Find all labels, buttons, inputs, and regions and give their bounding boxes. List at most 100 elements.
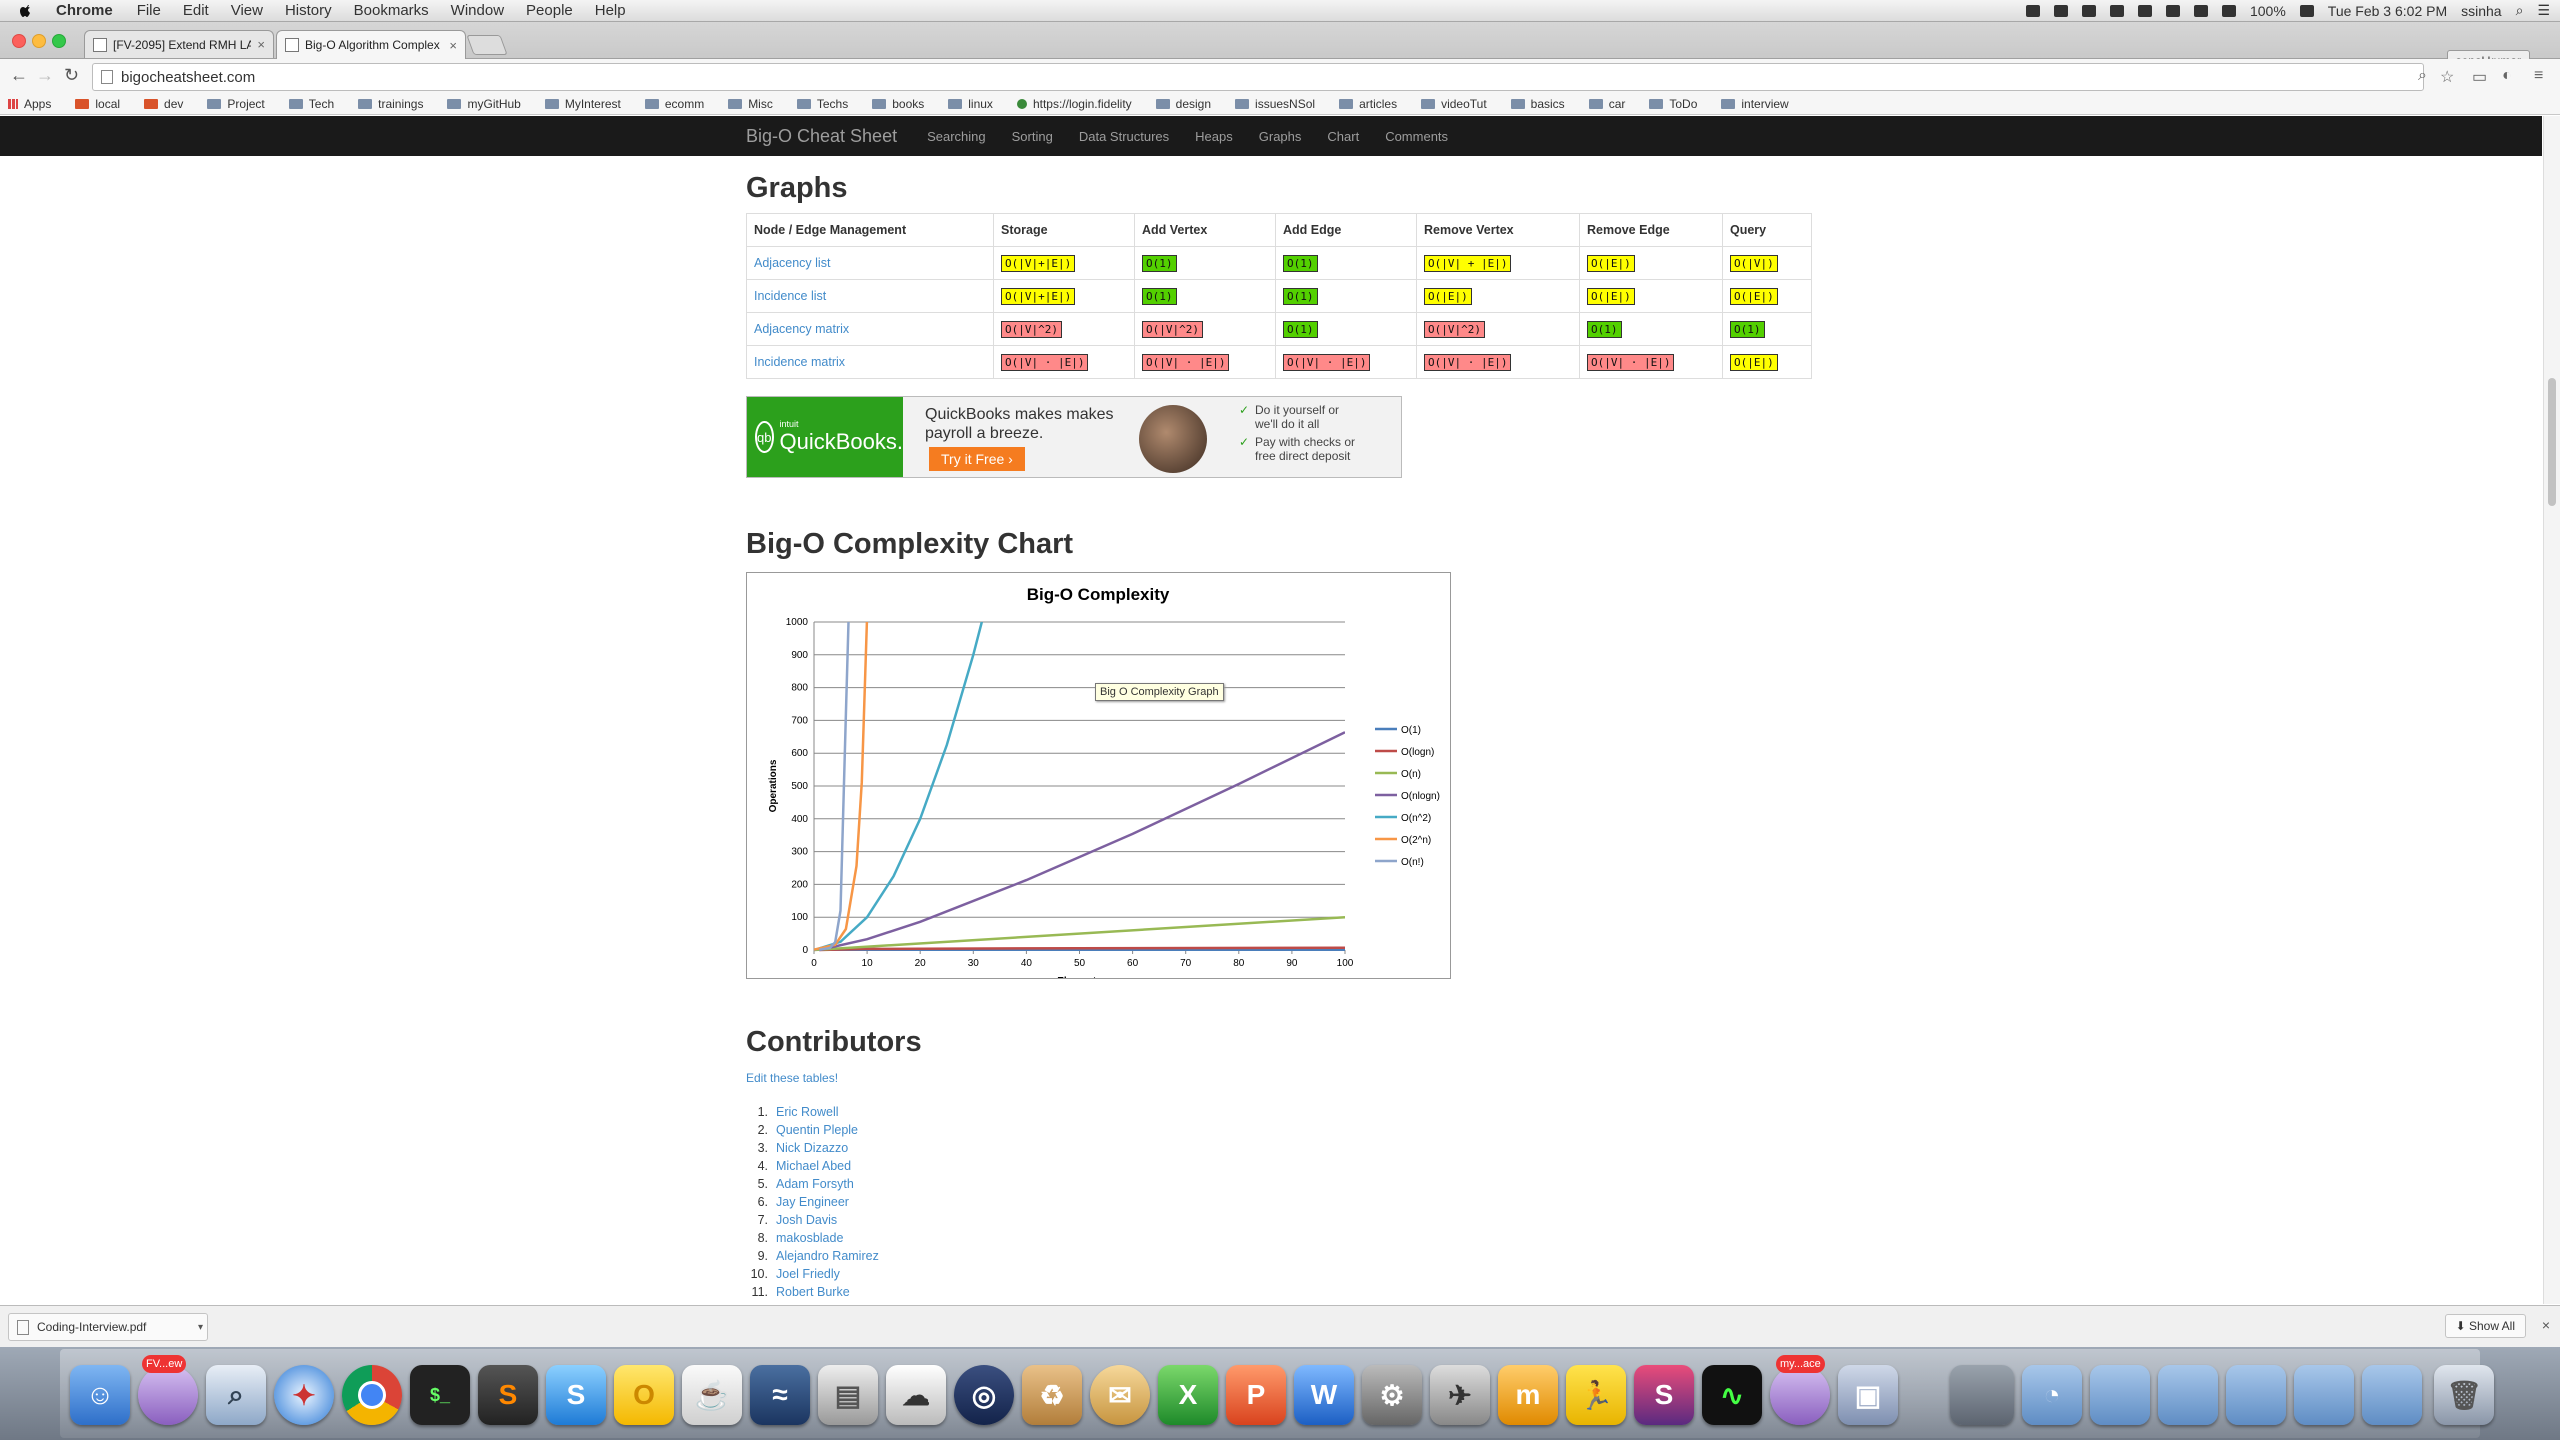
bookmark-todo[interactable]: ToDo <box>1649 97 1697 111</box>
new-tab-button[interactable] <box>466 35 508 55</box>
system-preferences-icon[interactable]: ⚙ <box>1362 1365 1422 1425</box>
bookmark-issuesnsol[interactable]: issuesNSol <box>1235 97 1315 111</box>
menu-people[interactable]: People <box>526 2 573 19</box>
folder-stack-icon[interactable] <box>2090 1365 2150 1425</box>
bookmark-dev[interactable]: dev <box>144 97 183 111</box>
scrollbar-thumb[interactable] <box>2548 378 2556 506</box>
minimize-window-icon[interactable] <box>32 34 46 48</box>
bookmark-project[interactable]: Project <box>207 97 265 111</box>
chrome-menu-icon[interactable]: ≡ <box>2534 67 2543 85</box>
status-bell-icon[interactable] <box>2081 4 2096 17</box>
cast-icon[interactable]: ▭ <box>2472 67 2487 87</box>
battery-percent[interactable]: 100% <box>2250 3 2286 19</box>
bookmark-basics[interactable]: basics <box>1510 97 1565 111</box>
preview-icon[interactable]: ⌕ <box>206 1365 266 1425</box>
zoom-window-icon[interactable] <box>52 34 66 48</box>
edit-tables-link[interactable]: Edit these tables! <box>746 1071 838 1085</box>
row-name-link[interactable]: Adjacency list <box>754 256 830 270</box>
contributor-link[interactable]: Nick Dizazzo <box>776 1139 848 1157</box>
folder-stack-icon[interactable] <box>2226 1365 2286 1425</box>
bookmark-techs[interactable]: Techs <box>796 97 848 111</box>
bookmark-design[interactable]: design <box>1155 97 1211 111</box>
forward-arrow-icon[interactable]: → <box>36 65 54 86</box>
contributor-link[interactable]: Alejandro Ramirez <box>776 1247 879 1265</box>
slack-icon[interactable]: S <box>1634 1365 1694 1425</box>
search-icon[interactable]: ⌕ <box>2418 67 2427 85</box>
tab-bigo[interactable]: Big-O Algorithm Complex × <box>276 30 466 59</box>
photo-icon[interactable]: ▣ <box>1838 1365 1898 1425</box>
close-window-icon[interactable] <box>12 34 26 48</box>
menu-file[interactable]: File <box>137 2 161 19</box>
tab-close-icon[interactable]: × <box>449 38 457 53</box>
status-app-icon[interactable] <box>2025 4 2040 17</box>
folder-stack-icon[interactable] <box>2294 1365 2354 1425</box>
bookmark-linux[interactable]: linux <box>948 97 993 111</box>
contributor-link[interactable]: Quentin Pleple <box>776 1121 858 1139</box>
contributor-link[interactable]: Josh Davis <box>776 1211 837 1229</box>
clock[interactable]: Tue Feb 3 6:02 PM <box>2328 3 2447 19</box>
nav-graphs[interactable]: Graphs <box>1259 129 1302 144</box>
menu-view[interactable]: View <box>231 2 263 19</box>
automator-icon[interactable]: ✈ <box>1430 1365 1490 1425</box>
row-name-link[interactable]: Incidence list <box>754 289 826 303</box>
aim-icon[interactable]: 🏃 <box>1566 1365 1626 1425</box>
bookmark-local[interactable]: local <box>75 97 120 111</box>
bookmark-apps[interactable]: Apps <box>8 97 51 111</box>
menu-history[interactable]: History <box>285 2 332 19</box>
bookmark-trainings[interactable]: trainings <box>358 97 423 111</box>
bookmark-books[interactable]: books <box>872 97 924 111</box>
nav-data-structures[interactable]: Data Structures <box>1079 129 1169 144</box>
status-chat-icon[interactable] <box>2109 4 2124 17</box>
status-cloud-icon[interactable] <box>2053 4 2068 17</box>
status-display-icon[interactable] <box>2137 4 2152 17</box>
menu-edit[interactable]: Edit <box>183 2 209 19</box>
bookmark-car[interactable]: car <box>1588 97 1625 111</box>
show-all-button[interactable]: ⬇ Show All <box>2444 1314 2526 1338</box>
nav-searching[interactable]: Searching <box>927 129 986 144</box>
bookmark-mygithub[interactable]: myGitHub <box>447 97 521 111</box>
sourcetree-icon[interactable]: S <box>546 1365 606 1425</box>
chrome-icon[interactable] <box>342 1365 402 1425</box>
contributor-link[interactable]: makosblade <box>776 1229 843 1247</box>
excel-icon[interactable]: X <box>1158 1365 1218 1425</box>
bookmark-articles[interactable]: articles <box>1339 97 1397 111</box>
notification-center-icon[interactable]: ☰ <box>2537 2 2550 19</box>
download-item[interactable]: Coding-Interview.pdf ▾ <box>8 1313 208 1341</box>
row-name-link[interactable]: Incidence matrix <box>754 355 845 369</box>
powerpoint-icon[interactable]: P <box>1226 1365 1286 1425</box>
activity-monitor-icon[interactable]: ∿ <box>1702 1365 1762 1425</box>
teapot-icon[interactable]: ☕ <box>682 1365 742 1425</box>
nav-comments[interactable]: Comments <box>1385 129 1448 144</box>
reload-icon[interactable]: ↻ <box>64 65 79 86</box>
archive-utility-icon[interactable]: ♻ <box>1022 1365 1082 1425</box>
apple-menu-icon[interactable] <box>18 3 34 19</box>
contributor-link[interactable]: Eric Rowell <box>776 1103 839 1121</box>
status-wifi-icon[interactable] <box>2193 4 2208 17</box>
messages-icon[interactable] <box>138 1365 198 1425</box>
contributor-link[interactable]: Michael Abed <box>776 1157 851 1175</box>
contributor-link[interactable]: Joel Friedly <box>776 1265 840 1283</box>
sheep-icon[interactable]: ☁ <box>886 1365 946 1425</box>
nav-chart[interactable]: Chart <box>1327 129 1359 144</box>
nav-heaps[interactable]: Heaps <box>1195 129 1233 144</box>
scrollbar[interactable] <box>2543 116 2560 1304</box>
m-app-icon[interactable]: m <box>1498 1365 1558 1425</box>
bookmark-videotut[interactable]: videoTut <box>1421 97 1487 111</box>
ibooks-icon[interactable]: ✉ <box>1090 1365 1150 1425</box>
screenshot-stack-icon[interactable] <box>1950 1365 2014 1425</box>
vpn-icon[interactable]: ◎ <box>954 1365 1014 1425</box>
menu-bookmarks[interactable]: Bookmarks <box>354 2 429 19</box>
contributor-link[interactable]: Jay Engineer <box>776 1193 849 1211</box>
folder-stack-icon[interactable] <box>2158 1365 2218 1425</box>
bookmark-fidelity[interactable]: https://login.fidelity <box>1016 97 1132 111</box>
site-brand[interactable]: Big-O Cheat Sheet <box>746 126 897 147</box>
menu-app-name[interactable]: Chrome <box>56 2 113 19</box>
status-volume-icon[interactable] <box>2221 4 2236 17</box>
terminal-icon[interactable]: $_ <box>410 1365 470 1425</box>
address-bar[interactable]: bigocheatsheet.com <box>92 63 2424 91</box>
ad-cta-button[interactable]: Try it Free › <box>929 447 1025 471</box>
chevron-down-icon[interactable]: ▾ <box>198 1322 203 1333</box>
bookmark-tech[interactable]: Tech <box>288 97 334 111</box>
user-name[interactable]: ssinha <box>2461 3 2501 19</box>
trash-icon[interactable]: 🗑 <box>2434 1365 2494 1425</box>
